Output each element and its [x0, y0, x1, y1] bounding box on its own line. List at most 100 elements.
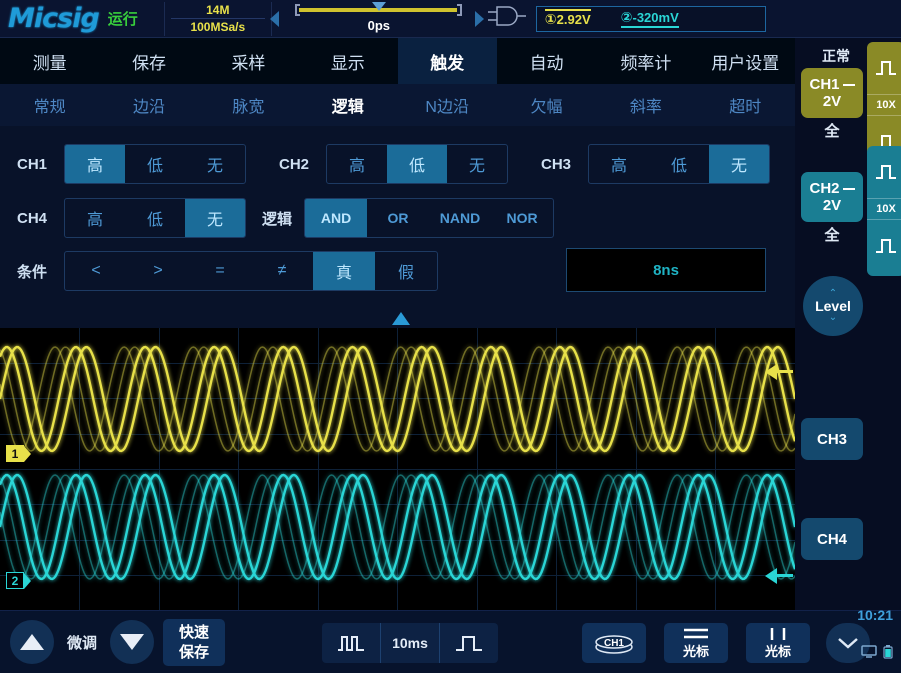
ch1-ground-marker[interactable]: 1 [6, 445, 31, 462]
ch3-state-low[interactable]: 低 [649, 145, 709, 183]
condition-false[interactable]: 假 [375, 252, 437, 290]
condition-selector[interactable]: < > = ≠ 真 假 [64, 251, 438, 291]
ch1-bandwidth-label[interactable]: 全 [801, 120, 863, 141]
ch2-trigger-level-arrow-icon[interactable] [765, 568, 777, 584]
condition-time-value-field[interactable]: 8ns [566, 248, 766, 292]
bottom-toolbar: 微调 快速 保存 10ms CH1 光标 光标 10:21 [0, 607, 901, 673]
tab-auto[interactable]: 自动 [497, 38, 596, 84]
subtab-timeout[interactable]: 超时 [696, 84, 795, 126]
sidebar-channel-ch4[interactable]: CH4 [801, 518, 863, 560]
trigger-position-pointer-icon[interactable] [392, 312, 410, 325]
logic-and[interactable]: AND [305, 199, 368, 237]
tab-save[interactable]: 保存 [99, 38, 198, 84]
ch2-probe-ratio[interactable]: 10X [867, 198, 901, 220]
ch3-state-none[interactable]: 无 [709, 145, 769, 183]
ch1-state-low[interactable]: 低 [125, 145, 185, 183]
tab-frequency-counter[interactable]: 频率计 [596, 38, 695, 84]
chevron-down-icon [838, 638, 858, 649]
ch3-button-label: CH3 [816, 430, 847, 448]
ch2-pulse-up-icon[interactable] [867, 146, 901, 198]
svg-text:CH1: CH1 [604, 638, 624, 649]
tab-trigger[interactable]: 触发 [397, 38, 497, 84]
subtab-pulse-width[interactable]: 脉宽 [199, 84, 298, 126]
ch4-state-selector[interactable]: 高 低 无 [64, 198, 246, 238]
vertical-cursor-label: 光标 [764, 643, 791, 659]
ch1-coupling-dash-icon [842, 83, 855, 86]
ch2-state-low[interactable]: 低 [387, 145, 447, 183]
ch4-button-label: CH4 [816, 530, 847, 548]
ch2-probe-column: 10X [867, 146, 901, 276]
ch2-state-high[interactable]: 高 [327, 145, 387, 183]
logic-nor[interactable]: NOR [491, 199, 553, 237]
tab-measure[interactable]: 测量 [0, 38, 99, 84]
fine-tune-label[interactable]: 微调 [58, 632, 106, 653]
ch1-state-none[interactable]: 无 [185, 145, 245, 183]
trigger-level-display[interactable]: ①2.92V ②-320mV [535, 5, 766, 32]
condition-not-equal[interactable]: ≠ [251, 252, 313, 290]
trigger-mode-label[interactable]: 正常 [805, 46, 867, 66]
condition-true[interactable]: 真 [313, 252, 375, 290]
horizontal-cursor-button[interactable]: 光标 [664, 623, 728, 663]
tab-display[interactable]: 显示 [298, 38, 397, 84]
subtab-logic[interactable]: 逻辑 [298, 84, 397, 126]
condition-less-than[interactable]: < [65, 252, 127, 290]
ch1-marker-pointer-icon [24, 445, 31, 462]
subtab-runt[interactable]: 欠幅 [497, 84, 596, 126]
memory-depth-value: 14M [206, 3, 230, 17]
timebase-zoom-out-button[interactable] [322, 623, 380, 663]
channel-state-row-2: CH4 高 低 无 逻辑 AND OR NAND NOR [0, 198, 795, 238]
scroll-right-arrow[interactable] [474, 10, 484, 27]
horizontal-cursor-icon [684, 628, 708, 638]
ch4-state-high[interactable]: 高 [65, 199, 125, 237]
ch2-state-none[interactable]: 无 [447, 145, 507, 183]
increase-button[interactable] [10, 620, 54, 664]
ch1-marker-icon: ① [544, 11, 557, 27]
ch2-coupling-dash-icon [842, 187, 855, 190]
ch4-state-none[interactable]: 无 [185, 199, 245, 237]
tab-acquire[interactable]: 采样 [199, 38, 298, 84]
timebase-position-indicator[interactable]: 0ps [283, 1, 475, 36]
subtab-normal[interactable]: 常规 [0, 84, 99, 126]
condition-equal[interactable]: = [189, 252, 251, 290]
condition-greater-than[interactable]: > [127, 252, 189, 290]
logic-nand[interactable]: NAND [429, 199, 491, 237]
quick-save-button[interactable]: 快速 保存 [163, 619, 225, 666]
sidebar-channel-ch2[interactable]: CH2 2V [801, 172, 863, 222]
ch1-state-selector[interactable]: 高 低 无 [64, 144, 246, 184]
sidebar-channel-ch3[interactable]: CH3 [801, 418, 863, 460]
logic-operator-selector[interactable]: AND OR NAND NOR [304, 198, 555, 238]
decrease-button[interactable] [110, 620, 154, 664]
subtab-nth-edge[interactable]: N边沿 [398, 84, 497, 126]
brand-logo: Micsig [8, 3, 100, 34]
ch2-bandwidth-label[interactable]: 全 [801, 224, 863, 245]
tab-user-settings[interactable]: 用户设置 [696, 38, 795, 84]
trigger-level-knob[interactable]: ⌃ Level ⌄ [803, 276, 863, 336]
channel-stack-button[interactable]: CH1 [582, 623, 646, 663]
ch1-state-high[interactable]: 高 [65, 145, 125, 183]
sample-rate-value: 100MSa/s [190, 20, 246, 34]
ch2-state-selector[interactable]: 高 低 无 [326, 144, 508, 184]
subtab-edge[interactable]: 边沿 [99, 84, 198, 126]
ch3-state-high[interactable]: 高 [589, 145, 649, 183]
timebase-value[interactable]: 10ms [380, 623, 439, 663]
subtab-slope[interactable]: 斜率 [596, 84, 695, 126]
timebase-zoom-in-button[interactable] [439, 623, 498, 663]
ch1-pulse-up-icon[interactable] [867, 42, 901, 94]
system-clock: 10:21 [857, 607, 893, 623]
logic-or[interactable]: OR [367, 199, 429, 237]
ch2-pulse-down-icon[interactable] [867, 220, 901, 272]
ch1-probe-ratio[interactable]: 10X [867, 94, 901, 116]
waveform-display[interactable]: 1 2 [0, 328, 795, 610]
sidebar-channel-ch1[interactable]: CH1 2V [801, 68, 863, 118]
scroll-left-arrow[interactable] [269, 10, 279, 27]
vertical-cursor-button[interactable]: 光标 [746, 623, 810, 663]
ch2-ground-marker[interactable]: 2 [6, 572, 31, 589]
ch4-state-low[interactable]: 低 [125, 199, 185, 237]
trigger-position-marker-icon[interactable] [371, 1, 386, 11]
ch1-row-label: CH1 [16, 155, 47, 173]
ch2-trigger-level: ②-320mV [620, 9, 679, 28]
ch1-scale-value: 2V [822, 93, 842, 110]
ch3-state-selector[interactable]: 高 低 无 [588, 144, 770, 184]
trigger-subtab-bar: 常规 边沿 脉宽 逻辑 N边沿 欠幅 斜率 超时 [0, 84, 795, 126]
ch1-trigger-level-arrow-icon[interactable] [765, 364, 777, 380]
